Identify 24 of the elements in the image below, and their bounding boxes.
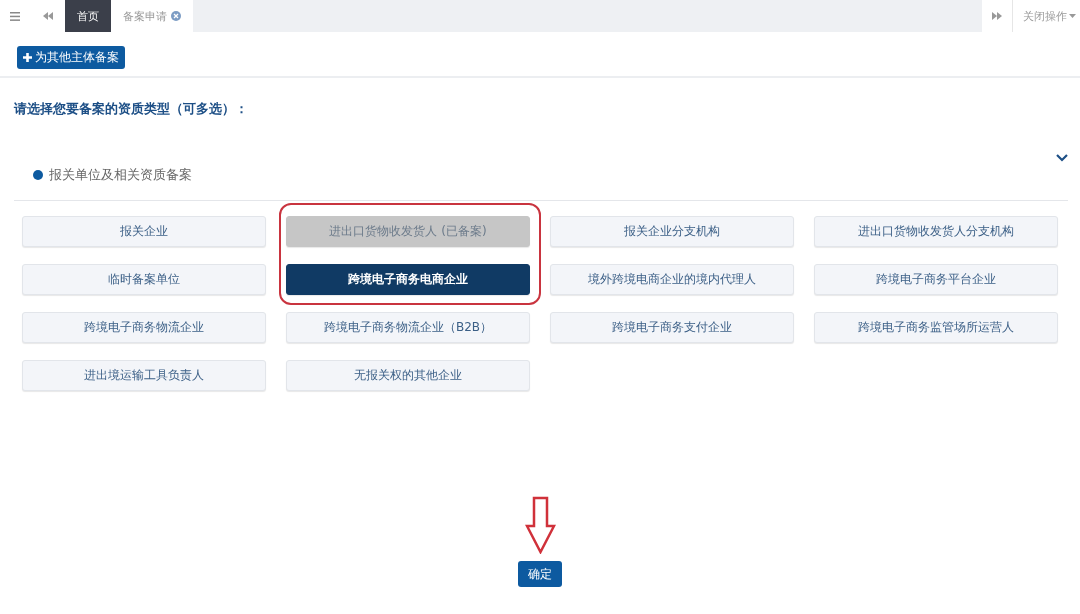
prompt-text: 请选择您要备案的资质类型（可多选）： [14,100,249,118]
option-button[interactable]: 报关企业 [22,216,266,247]
option-button[interactable]: 跨境电子商务平台企业 [814,264,1058,295]
fast-forward-icon[interactable] [982,0,1012,32]
option-button[interactable]: 无报关权的其他企业 [286,360,530,391]
option-button[interactable]: 境外跨境电商企业的境内代理人 [550,264,794,295]
option-button[interactable]: 跨境电子商务电商企业 [286,264,530,295]
option-button[interactable]: 跨境电子商务支付企业 [550,312,794,343]
confirm-button[interactable]: 确定 [518,561,562,587]
down-arrow-icon [524,496,556,554]
close-icon[interactable] [171,11,181,21]
option-button[interactable]: 跨境电子商务物流企业 [22,312,266,343]
bullet-icon [33,170,43,180]
option-button[interactable]: 进出口货物收发货人分支机构 [814,216,1058,247]
option-button[interactable]: 跨境电子商务监管场所运营人 [814,312,1058,343]
option-button[interactable]: 报关企业分支机构 [550,216,794,247]
section-title: 报关单位及相关资质备案 [49,166,192,184]
caret-icon [1069,14,1076,18]
tab[interactable]: 首页 [65,0,111,32]
option-button[interactable]: 临时备案单位 [22,264,266,295]
option-button[interactable]: 跨境电子商务物流企业（B2B） [286,312,530,343]
add-button[interactable]: 为其他主体备案 [17,46,125,69]
plus-icon [23,53,32,62]
option-button[interactable]: 进出境运输工具负责人 [22,360,266,391]
